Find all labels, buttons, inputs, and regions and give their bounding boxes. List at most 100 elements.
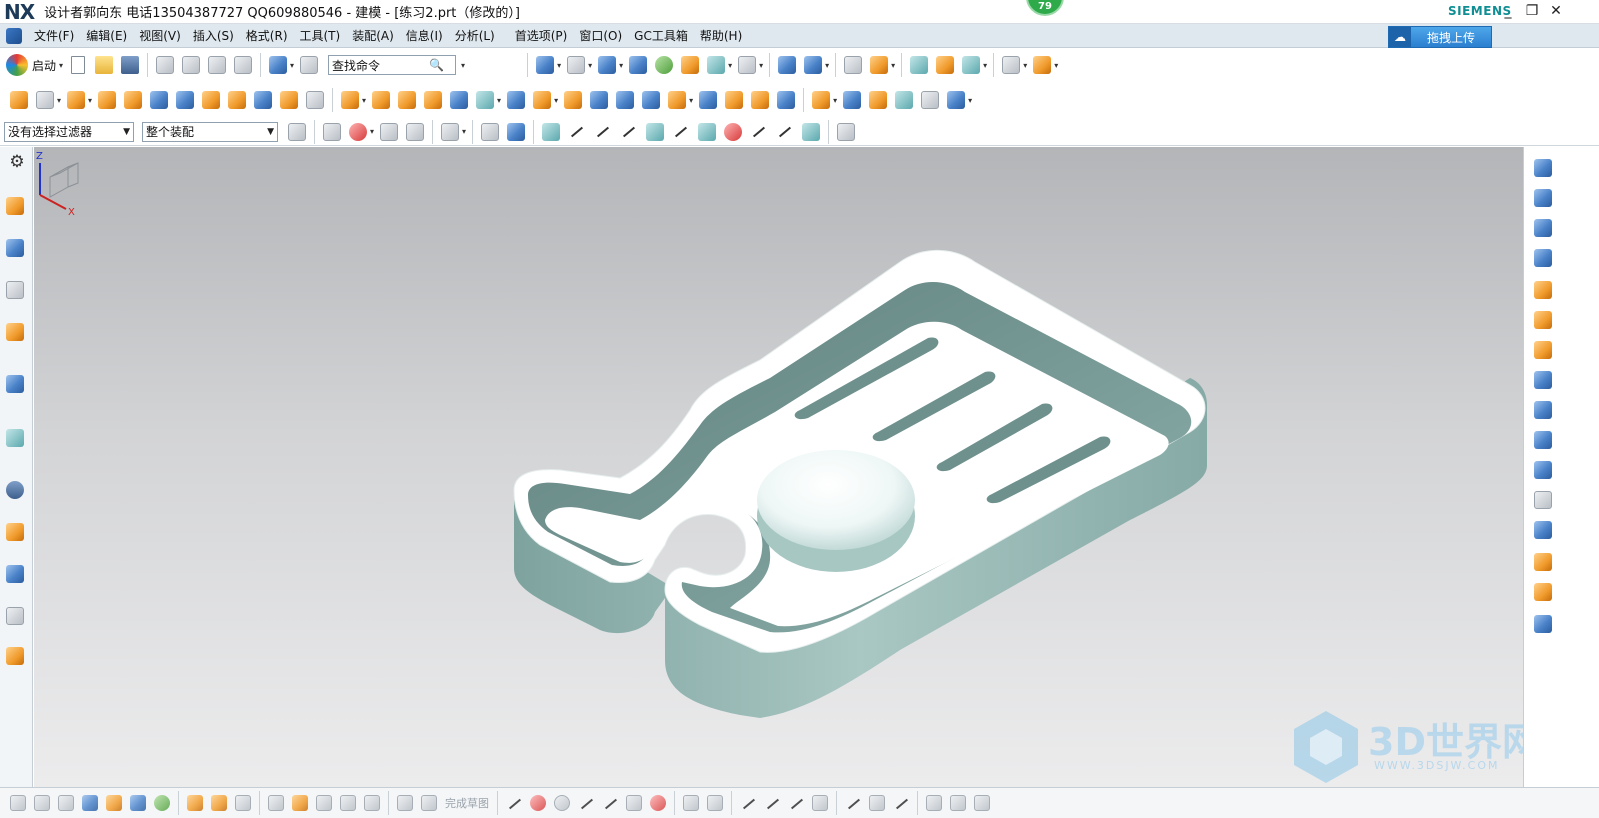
resize-blend-button[interactable] bbox=[892, 88, 916, 112]
chevron-down-icon[interactable]: ▾ bbox=[57, 96, 61, 105]
resize-blend-side-icon[interactable] bbox=[1534, 341, 1556, 363]
chevron-down-icon[interactable]: ▾ bbox=[619, 61, 623, 70]
make-tangent-side-icon[interactable] bbox=[1534, 615, 1556, 637]
trim-body-button[interactable] bbox=[613, 88, 637, 112]
type-filter-select[interactable]: 没有选择过滤器 ▼ bbox=[4, 121, 134, 142]
cylinder-button[interactable] bbox=[173, 88, 197, 112]
mirror-face-side-icon[interactable] bbox=[1534, 491, 1556, 513]
drag-upload-button[interactable]: ☁ 拖拽上传 bbox=[1388, 26, 1492, 48]
snap-intersection-button[interactable] bbox=[669, 120, 693, 144]
pattern-face-button[interactable] bbox=[421, 88, 445, 112]
chevron-down-icon[interactable]: ▾ bbox=[497, 96, 501, 105]
snap-line-button[interactable] bbox=[565, 120, 589, 144]
move-face-icon[interactable] bbox=[1534, 189, 1556, 211]
corner-button[interactable] bbox=[785, 792, 807, 814]
sketch-task-button[interactable] bbox=[394, 792, 416, 814]
menu-tools[interactable]: 工具(T) bbox=[294, 24, 347, 48]
selection-button[interactable] bbox=[959, 53, 983, 77]
assembly-navigator-icon[interactable] bbox=[6, 197, 28, 219]
graphics-window[interactable]: Z X 3D世界网 WWW.3DSJW.COM bbox=[34, 147, 1523, 787]
chevron-down-icon[interactable]: ▾ bbox=[759, 61, 763, 70]
delete-face-button[interactable] bbox=[918, 88, 942, 112]
convert-reference-button[interactable] bbox=[971, 792, 993, 814]
general-selection-button[interactable] bbox=[285, 120, 309, 144]
snap-quadrant-button[interactable] bbox=[721, 120, 745, 144]
cut-button[interactable] bbox=[153, 53, 177, 77]
chevron-down-icon[interactable]: ▾ bbox=[370, 127, 374, 136]
snap-button[interactable] bbox=[933, 53, 957, 77]
selection-scope-select[interactable]: 整个装配 ▼ bbox=[142, 121, 278, 142]
close-button[interactable]: ✕ bbox=[1546, 2, 1566, 20]
select-solid-button[interactable] bbox=[377, 120, 401, 144]
split-body-button[interactable] bbox=[639, 88, 663, 112]
snap-point-button[interactable] bbox=[747, 120, 771, 144]
chamfer-button[interactable] bbox=[561, 88, 585, 112]
menu-edit[interactable]: 编辑(E) bbox=[80, 24, 133, 48]
cylinder-side-icon[interactable] bbox=[1534, 281, 1556, 303]
snap-midpoint-button[interactable] bbox=[591, 120, 615, 144]
trim-button[interactable] bbox=[737, 792, 759, 814]
sketch-sheet-button[interactable] bbox=[337, 792, 359, 814]
paste-face-side-icon[interactable] bbox=[1534, 461, 1556, 483]
reuse-library-icon[interactable] bbox=[6, 323, 28, 345]
start-button[interactable]: 启动 ▾ bbox=[6, 54, 65, 76]
make-coplanar-side-icon[interactable] bbox=[1534, 553, 1556, 575]
chevron-down-icon[interactable]: ▾ bbox=[689, 96, 693, 105]
chevron-down-icon[interactable]: ▾ bbox=[362, 96, 366, 105]
new-file-button[interactable] bbox=[66, 53, 90, 77]
sheet-button[interactable] bbox=[504, 88, 528, 112]
shell-button[interactable] bbox=[199, 88, 223, 112]
menu-help[interactable]: 帮助(H) bbox=[694, 24, 748, 48]
menu-window[interactable]: 窗口(O) bbox=[573, 24, 628, 48]
chevron-down-icon[interactable]: ▾ bbox=[1023, 61, 1027, 70]
spline-button[interactable] bbox=[680, 792, 702, 814]
chevron-down-icon[interactable]: ▾ bbox=[557, 61, 561, 70]
sketch-box-button[interactable] bbox=[265, 792, 287, 814]
grid-button[interactable] bbox=[999, 53, 1023, 77]
chevron-down-icon[interactable]: ▾ bbox=[728, 61, 732, 70]
surface-button[interactable] bbox=[774, 88, 798, 112]
role-icon[interactable] bbox=[6, 647, 28, 669]
select-curve-button[interactable] bbox=[403, 120, 427, 144]
revolve-button[interactable] bbox=[95, 88, 119, 112]
menu-insert[interactable]: 插入(S) bbox=[187, 24, 240, 48]
sketch-view-button[interactable] bbox=[55, 792, 77, 814]
chevron-down-icon[interactable]: ▾ bbox=[588, 61, 592, 70]
chevron-down-icon[interactable]: ▾ bbox=[825, 61, 829, 70]
redo-button[interactable] bbox=[231, 53, 255, 77]
intersection-point-button[interactable] bbox=[890, 792, 912, 814]
save-button[interactable] bbox=[118, 53, 142, 77]
make-coaxial-side-icon[interactable] bbox=[1534, 583, 1556, 605]
chevron-down-icon[interactable]: ▾ bbox=[968, 96, 972, 105]
snap-on-curve-button[interactable] bbox=[773, 120, 797, 144]
add-select-button[interactable] bbox=[346, 120, 370, 144]
sketch-curve-button[interactable] bbox=[7, 792, 29, 814]
touch-mode-button[interactable] bbox=[297, 53, 321, 77]
arc-button[interactable] bbox=[527, 792, 549, 814]
part-navigator-icon[interactable] bbox=[6, 281, 28, 303]
sweep-button[interactable] bbox=[587, 88, 611, 112]
cut-face-side-icon[interactable] bbox=[1534, 431, 1556, 453]
wireframe-button[interactable] bbox=[626, 53, 650, 77]
chevron-down-icon[interactable]: ▾ bbox=[461, 61, 465, 70]
chevron-down-icon[interactable]: ▾ bbox=[1054, 61, 1058, 70]
sew-button[interactable] bbox=[665, 88, 689, 112]
sketch-fold-button[interactable] bbox=[313, 792, 335, 814]
menu-analysis[interactable]: 分析(L) bbox=[449, 24, 501, 48]
thicken-button[interactable] bbox=[696, 88, 720, 112]
chevron-down-icon[interactable]: ▾ bbox=[88, 96, 92, 105]
app-icon[interactable] bbox=[6, 27, 22, 44]
sketch-add-button[interactable] bbox=[79, 792, 101, 814]
chevron-down-icon[interactable]: ▾ bbox=[983, 61, 987, 70]
chevron-down-icon[interactable]: ▾ bbox=[833, 96, 837, 105]
search-icon[interactable]: 🔍 bbox=[429, 58, 444, 72]
menu-gc-toolbox[interactable]: GC工具箱 bbox=[628, 24, 694, 48]
pattern-curve-button[interactable] bbox=[842, 792, 864, 814]
sketch-reattach-button[interactable] bbox=[232, 792, 254, 814]
model-display-button[interactable] bbox=[266, 53, 290, 77]
restore-button[interactable]: ❐ bbox=[1522, 2, 1542, 20]
offset-region-button[interactable] bbox=[944, 88, 968, 112]
system-materials-icon[interactable] bbox=[6, 523, 28, 545]
background-button[interactable] bbox=[735, 53, 759, 77]
pad-button[interactable] bbox=[251, 88, 275, 112]
